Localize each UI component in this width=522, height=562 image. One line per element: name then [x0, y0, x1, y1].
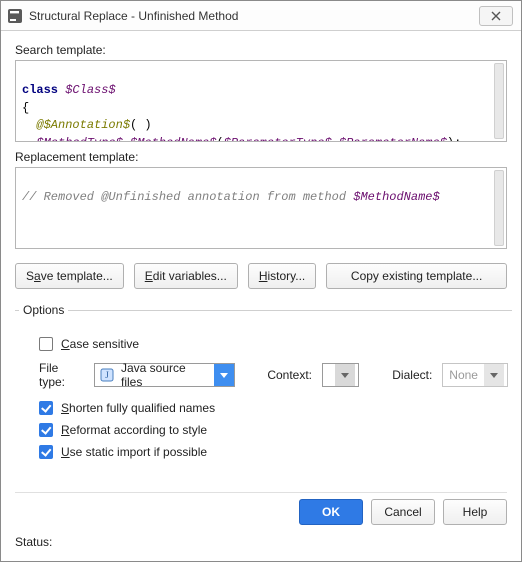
shorten-names-checkbox[interactable] [39, 401, 53, 415]
file-type-value: Java source files [115, 361, 214, 389]
cancel-button[interactable]: Cancel [371, 499, 435, 525]
dialect-value: None [443, 368, 484, 382]
close-button[interactable] [479, 6, 513, 26]
case-sensitive-checkbox[interactable] [39, 337, 53, 351]
context-combo[interactable] [322, 363, 359, 387]
chevron-down-icon [214, 364, 233, 386]
titlebar: Structural Replace - Unfinished Method [1, 1, 521, 31]
java-file-icon: J [99, 367, 115, 383]
save-template-button[interactable]: Save template... [15, 263, 124, 289]
replacement-template-label: Replacement template: [15, 150, 507, 164]
scrollbar[interactable] [494, 63, 504, 139]
app-icon [7, 8, 23, 24]
close-icon [491, 11, 501, 21]
file-type-row: File type: J Java source files Context: … [39, 361, 508, 389]
context-label: Context: [267, 368, 312, 382]
shorten-names-label[interactable]: Shorten fully qualified names [61, 401, 215, 415]
reformat-label[interactable]: Reformat according to style [61, 423, 207, 437]
replacement-template-editor[interactable]: // Removed @Unfinished annotation from m… [15, 167, 507, 249]
scrollbar[interactable] [494, 170, 504, 246]
search-template-editor[interactable]: class $Class$ { @$Annotation$( ) $Method… [15, 60, 507, 142]
history-button[interactable]: History... [248, 263, 316, 289]
shorten-names-option[interactable]: Shorten fully qualified names [39, 401, 508, 415]
template-buttons-row: Save template... Edit variables... Histo… [15, 263, 507, 289]
status-label: Status: [15, 535, 507, 553]
ok-button[interactable]: OK [299, 499, 363, 525]
chevron-down-icon [335, 364, 355, 386]
reformat-option[interactable]: Reformat according to style [39, 423, 508, 437]
search-template-label: Search template: [15, 43, 507, 57]
dialog-window: Structural Replace - Unfinished Method S… [0, 0, 522, 562]
svg-text:J: J [105, 370, 109, 380]
window-title: Structural Replace - Unfinished Method [29, 9, 479, 23]
reformat-checkbox[interactable] [39, 423, 53, 437]
options-legend: Options [19, 303, 68, 317]
chevron-down-icon [484, 364, 504, 386]
static-import-option[interactable]: Use static import if possible [39, 445, 508, 459]
case-sensitive-label[interactable]: Case sensitive [61, 337, 139, 351]
options-group: Options Case sensitive File type: J Java… [15, 303, 512, 477]
file-type-label: File type: [39, 361, 84, 389]
file-type-combo[interactable]: J Java source files [94, 363, 234, 387]
dialect-label: Dialect: [392, 368, 432, 382]
copy-existing-template-button[interactable]: Copy existing template... [326, 263, 507, 289]
help-button[interactable]: Help [443, 499, 507, 525]
case-sensitive-option[interactable]: Case sensitive [39, 337, 508, 351]
static-import-label[interactable]: Use static import if possible [61, 445, 207, 459]
dialect-combo[interactable]: None [442, 363, 507, 387]
static-import-checkbox[interactable] [39, 445, 53, 459]
edit-variables-button[interactable]: Edit variables... [134, 263, 238, 289]
dialog-content: Search template: class $Class$ { @$Annot… [1, 31, 521, 561]
dialog-footer: OK Cancel Help [15, 492, 507, 535]
